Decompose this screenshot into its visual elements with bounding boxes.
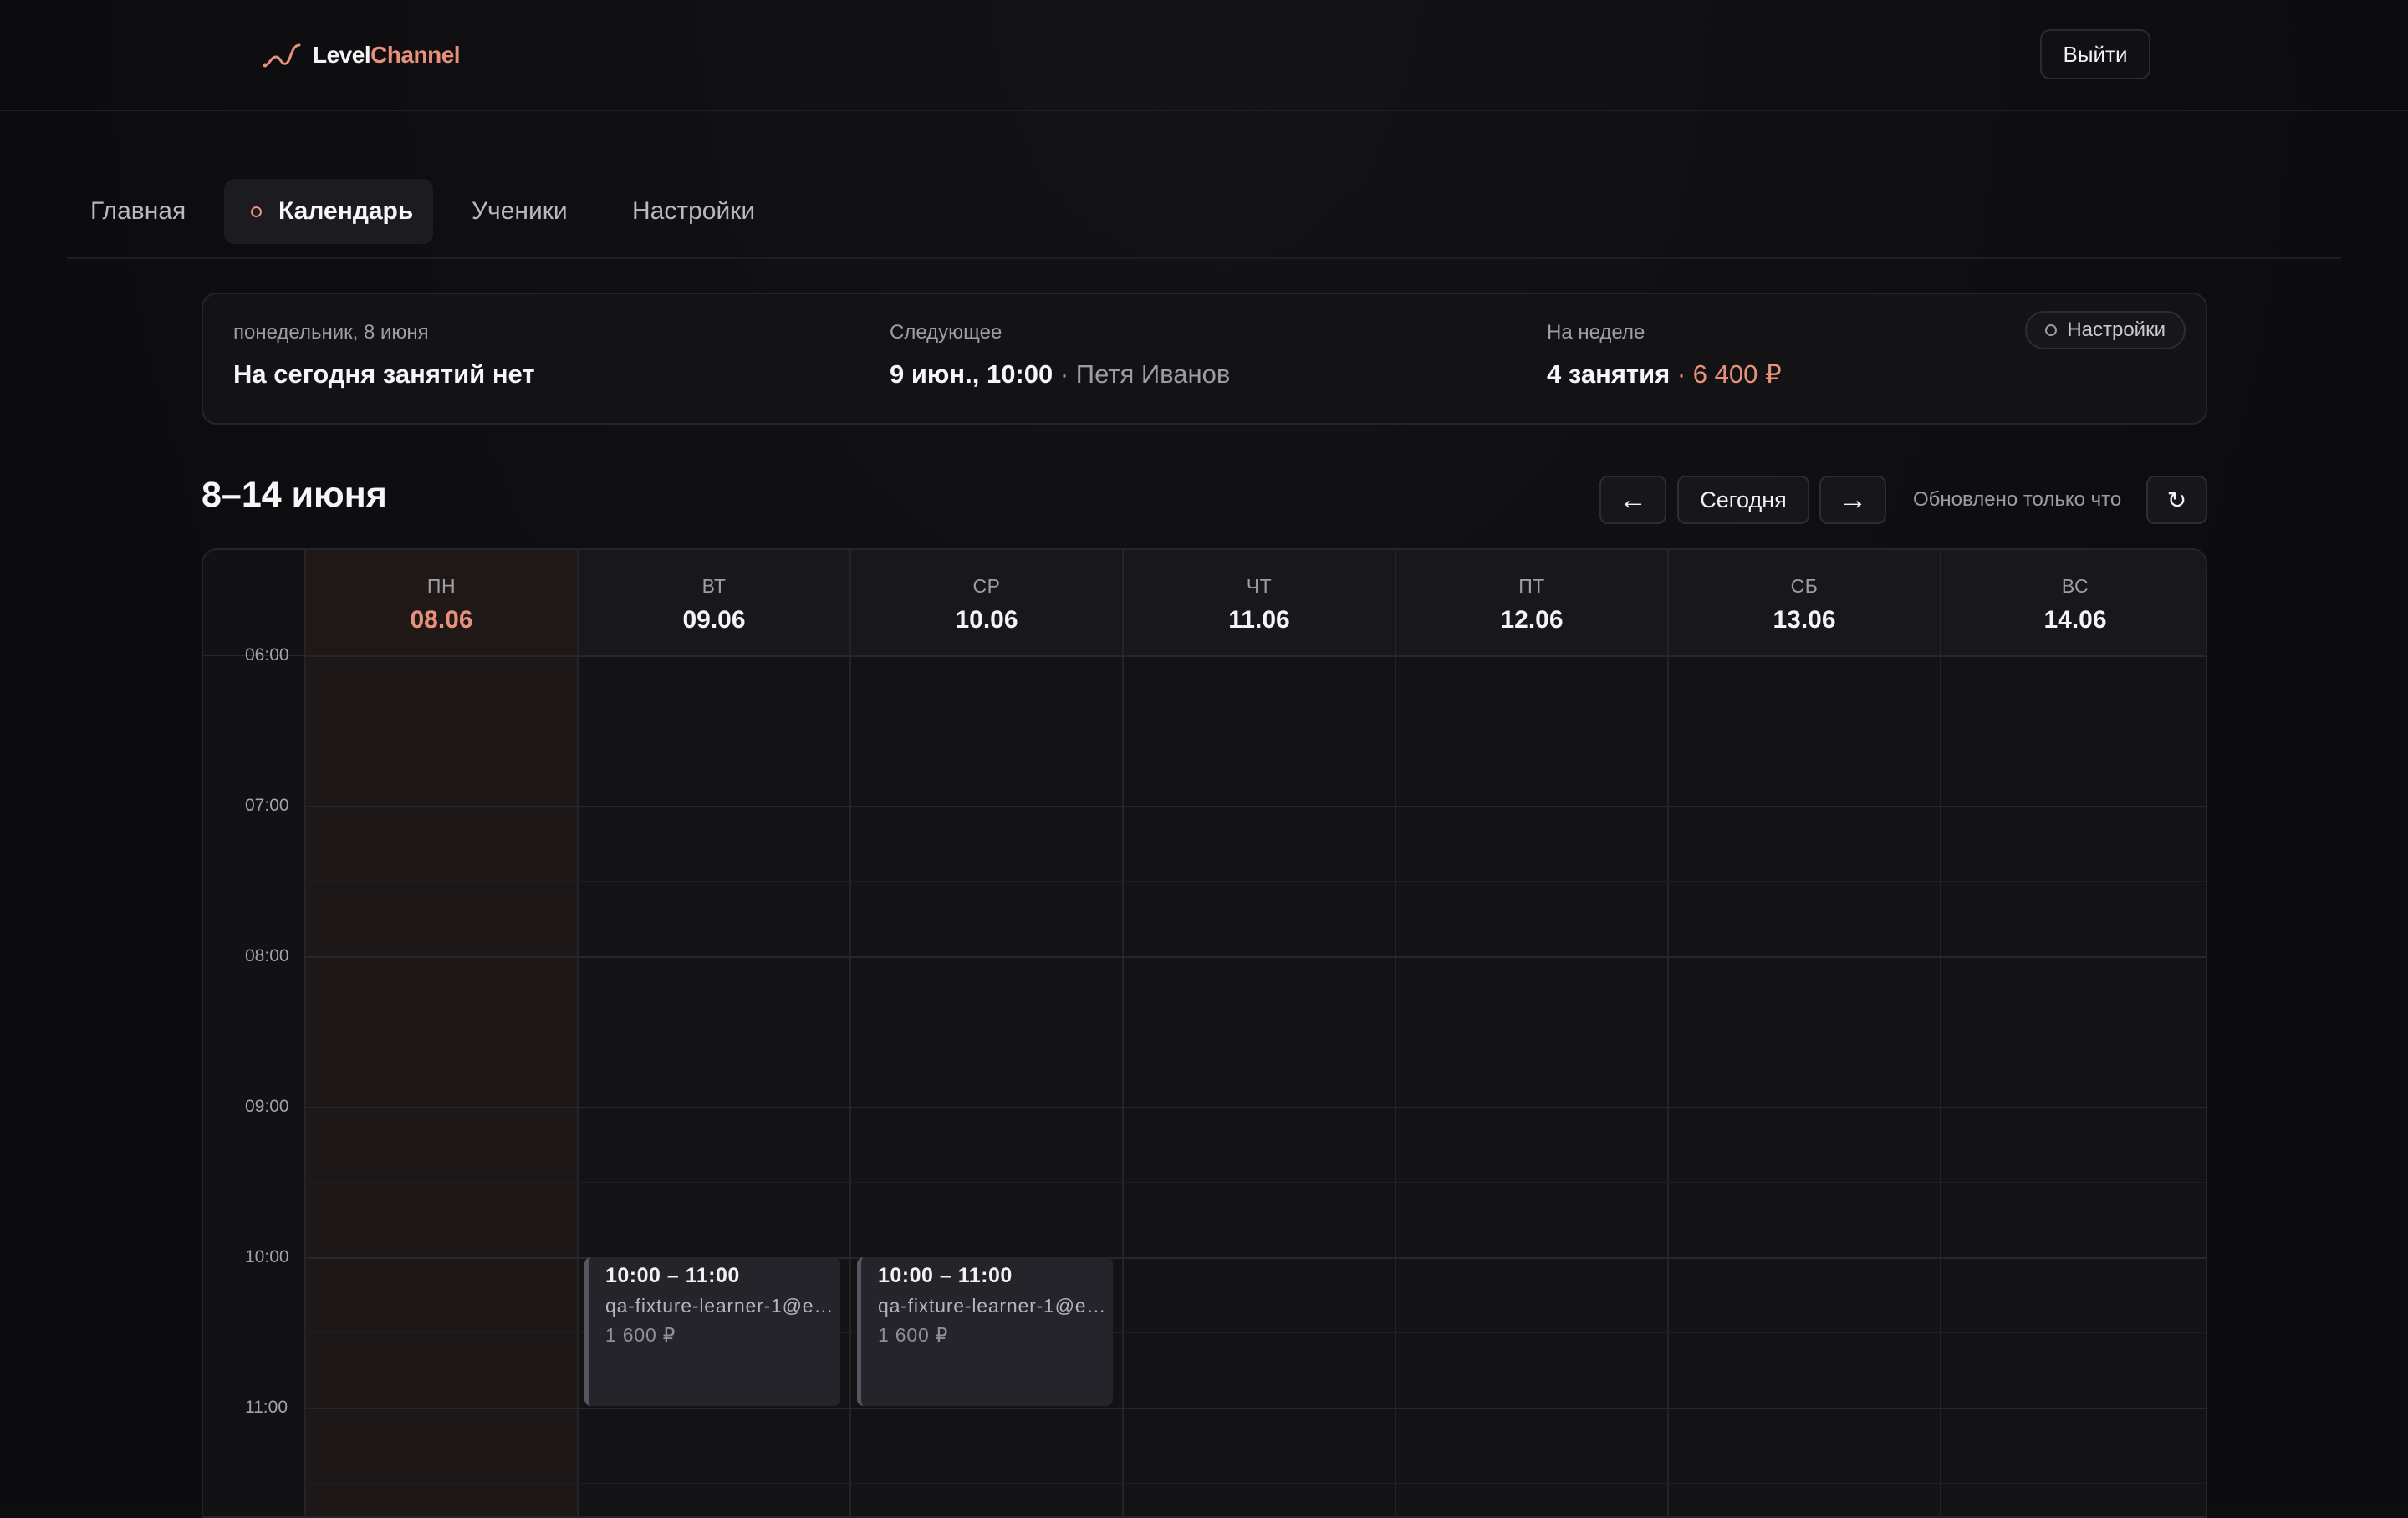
time-gutter	[203, 550, 304, 1516]
summary-week-label: На неделе	[1547, 321, 1645, 344]
next-week-button[interactable]: →	[1819, 476, 1886, 524]
event-price: 1 600 ₽	[605, 1324, 676, 1346]
day-header-fri: ПТ 12.06	[1395, 550, 1667, 655]
week-calendar: ПН 08.06 ВТ 09.06 СР 10.06 ЧТ 11.06 ПТ 1…	[202, 548, 2207, 1518]
day-column-mon[interactable]	[304, 655, 577, 1516]
day-name: СБ	[1790, 575, 1819, 597]
day-date: 11.06	[1228, 606, 1290, 634]
day-name: СР	[972, 575, 1001, 597]
event-student: qa-fixture-learner-1@example.com	[605, 1295, 839, 1317]
summary-settings-button[interactable]: Настройки	[2025, 311, 2186, 349]
hour-line	[304, 806, 2206, 807]
day-column-sat[interactable]	[1667, 655, 1940, 1516]
day-column-fri[interactable]	[1395, 655, 1667, 1516]
summary-next-time: 9 июн., 10:00	[890, 359, 1054, 389]
top-bar: LevelChannel Выйти	[0, 0, 2408, 111]
day-date: 10.06	[955, 606, 1018, 634]
time-label: 07:00	[245, 796, 289, 815]
logo-wave-icon	[263, 43, 301, 68]
event-time: 10:00 – 11:00	[878, 1264, 1013, 1287]
day-header-mon: ПН 08.06	[304, 550, 577, 655]
day-date: 08.06	[410, 606, 473, 634]
day-header-wed: СР 10.06	[849, 550, 1122, 655]
summary-week: На неделе 4 занятия · 6 400 ₽	[1547, 321, 1782, 390]
refresh-icon: ↻	[2166, 486, 2187, 513]
logo-text-level: Level	[313, 42, 371, 68]
summary-card: понедельник, 8 июня На сегодня занятий н…	[202, 293, 2207, 425]
updated-status: Обновлено только что	[1913, 488, 2122, 511]
event-student: qa-fixture-learner-1@example.com	[878, 1295, 1112, 1317]
half-hour-line	[304, 881, 2206, 882]
summary-settings-label: Настройки	[2067, 318, 2166, 341]
time-label: 10:00	[245, 1247, 289, 1266]
summary-today-label: понедельник, 8 июня	[233, 321, 429, 344]
logo-text: LevelChannel	[313, 42, 461, 69]
tab-settings[interactable]: Настройки	[632, 179, 755, 244]
refresh-button[interactable]: ↻	[2146, 476, 2207, 524]
event-time: 10:00 – 11:00	[605, 1264, 740, 1287]
lesson-event-tue[interactable]: 10:00 – 11:00 qa-fixture-learner-1@examp…	[584, 1257, 840, 1406]
gear-icon	[2045, 324, 2058, 336]
week-title: 8–14 июня	[202, 475, 387, 515]
logout-button[interactable]: Выйти	[2040, 29, 2150, 79]
summary-week-amount: · 6 400 ₽	[1676, 359, 1782, 389]
tab-calendar-label: Календарь	[278, 197, 414, 225]
summary-week-value: 4 занятия · 6 400 ₽	[1547, 359, 1782, 390]
time-label: 06:00	[245, 645, 289, 665]
day-date: 12.06	[1500, 606, 1564, 634]
day-header-sun: ВС 14.06	[1940, 550, 2206, 655]
time-label: 11:00	[245, 1398, 288, 1417]
logo-text-channel: Channel	[370, 42, 461, 68]
day-name: ПТ	[1518, 575, 1545, 597]
active-dot-icon	[251, 206, 262, 217]
today-button[interactable]: Сегодня	[1677, 476, 1809, 524]
half-hour-line	[304, 1483, 2206, 1484]
hour-line	[304, 1408, 2206, 1409]
summary-today-value: На сегодня занятий нет	[233, 359, 535, 389]
day-column-thu[interactable]	[1122, 655, 1395, 1516]
tab-calendar[interactable]: Календарь	[224, 179, 433, 244]
day-date: 13.06	[1773, 606, 1836, 634]
hour-line	[304, 1107, 2206, 1108]
summary-next-value: 9 июн., 10:00 · Петя Иванов	[890, 359, 1230, 390]
summary-next: Следующее 9 июн., 10:00 · Петя Иванов	[890, 321, 1230, 390]
hour-line	[304, 655, 2206, 657]
half-hour-line	[304, 1182, 2206, 1183]
tab-students[interactable]: Ученики	[472, 179, 568, 244]
day-date: 09.06	[682, 606, 746, 634]
day-name: ПН	[426, 575, 457, 597]
day-header-thu: ЧТ 11.06	[1122, 550, 1395, 655]
day-header-tue: ВТ 09.06	[577, 550, 849, 655]
hour-line	[304, 956, 2206, 958]
summary-today: понедельник, 8 июня На сегодня занятий н…	[233, 321, 535, 390]
summary-week-count: 4 занятия	[1547, 359, 1671, 389]
logo[interactable]: LevelChannel	[263, 38, 461, 72]
time-label: 09:00	[245, 1097, 289, 1116]
day-name: ЧТ	[1246, 575, 1273, 597]
day-date: 14.06	[2043, 606, 2107, 634]
nav-tabs: Главная Календарь Ученики Настройки	[67, 177, 2341, 259]
time-label: 08:00	[245, 946, 289, 965]
lesson-event-wed[interactable]: 10:00 – 11:00 qa-fixture-learner-1@examp…	[857, 1257, 1113, 1406]
summary-next-label: Следующее	[890, 321, 1002, 344]
summary-next-student: · Петя Иванов	[1059, 359, 1231, 389]
day-column-sun[interactable]	[1940, 655, 2206, 1516]
day-name: ВТ	[701, 575, 727, 597]
event-price: 1 600 ₽	[878, 1324, 949, 1346]
day-name: ВС	[2061, 575, 2089, 597]
day-header-sat: СБ 13.06	[1667, 550, 1940, 655]
tab-home[interactable]: Главная	[90, 179, 186, 244]
prev-week-button[interactable]: ←	[1599, 476, 1666, 524]
